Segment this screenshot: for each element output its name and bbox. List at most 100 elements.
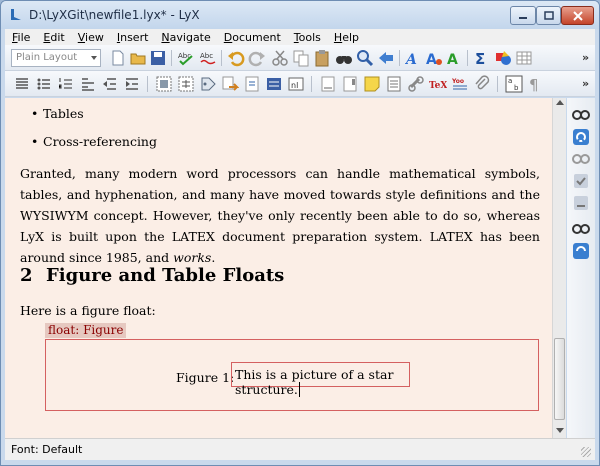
close-icon bbox=[572, 10, 583, 21]
toolbar-separator bbox=[147, 76, 148, 92]
svg-text:¶: ¶ bbox=[529, 76, 539, 93]
svg-text:Abc: Abc bbox=[200, 52, 213, 60]
window-title: D:\LyXGit\newfile1.lyx* - LyX bbox=[29, 8, 200, 22]
svg-text:b: b bbox=[514, 84, 519, 92]
list-item: Tables bbox=[31, 106, 84, 121]
maximize-button[interactable] bbox=[536, 6, 561, 25]
maximize-icon bbox=[543, 11, 554, 20]
figure-number-label: Figure 1: bbox=[176, 370, 235, 385]
spellcheck-icon[interactable]: Abc bbox=[177, 49, 195, 67]
font-style-icon[interactable]: A bbox=[446, 49, 464, 67]
toolbar-overflow-button[interactable]: » bbox=[582, 51, 589, 64]
insert-graphics-icon[interactable] bbox=[494, 49, 512, 67]
track-changes-refresh-icon[interactable] bbox=[572, 128, 590, 146]
font-emphasis-icon[interactable]: A bbox=[405, 49, 423, 67]
toolbar-separator bbox=[221, 50, 222, 66]
redo-icon[interactable] bbox=[248, 49, 266, 67]
menu-document[interactable]: Document bbox=[217, 31, 287, 44]
insert-attachment-icon[interactable] bbox=[473, 75, 491, 93]
scroll-down-icon[interactable] bbox=[556, 428, 564, 433]
insert-note-icon[interactable] bbox=[363, 75, 381, 93]
svg-text:A: A bbox=[405, 52, 417, 67]
menu-edit[interactable]: Edit bbox=[36, 31, 70, 44]
insert-ert-icon[interactable]: Yoo bbox=[451, 75, 469, 93]
chevron-down-icon bbox=[91, 56, 97, 60]
svg-text:nl: nl bbox=[291, 81, 298, 90]
insert-cross-reference-icon[interactable] bbox=[221, 75, 239, 93]
cut-icon[interactable] bbox=[271, 49, 289, 67]
itemize-list-icon[interactable] bbox=[35, 75, 53, 93]
text-cursor bbox=[298, 382, 300, 397]
reject-change-icon[interactable] bbox=[572, 194, 590, 212]
insert-tex-code-icon[interactable]: TeX bbox=[429, 75, 447, 93]
body-paragraph: Granted, many modern word processors can… bbox=[20, 163, 540, 268]
new-document-icon[interactable] bbox=[109, 49, 127, 67]
save-icon[interactable] bbox=[149, 49, 167, 67]
insert-footnote-icon[interactable] bbox=[319, 75, 337, 93]
caption-inset[interactable]: This is a picture of a star structure. bbox=[231, 362, 410, 397]
title-bar[interactable]: D:\LyXGit\newfile1.lyx* - LyX bbox=[1, 1, 599, 29]
menu-file[interactable]: File bbox=[5, 31, 36, 44]
decrease-depth-icon[interactable] bbox=[101, 75, 119, 93]
description-list-icon[interactable] bbox=[79, 75, 97, 93]
resize-grip-icon[interactable] bbox=[581, 447, 591, 457]
text-style-abc-icon[interactable]: ab bbox=[505, 75, 523, 93]
menu-navigate[interactable]: Navigate bbox=[154, 31, 216, 44]
section-number: 2 bbox=[20, 265, 33, 286]
scroll-up-icon[interactable] bbox=[556, 100, 564, 105]
figure-float-inset[interactable]: Figure 1: This is a picture of a star st… bbox=[45, 339, 539, 411]
review-toolbar bbox=[567, 98, 595, 438]
paste-icon[interactable] bbox=[313, 49, 331, 67]
menu-view[interactable]: View bbox=[71, 31, 110, 44]
status-bar: Font: Default bbox=[5, 438, 595, 460]
insert-label-icon[interactable] bbox=[199, 75, 217, 93]
increase-depth-icon[interactable] bbox=[123, 75, 141, 93]
menu-insert[interactable]: Insert bbox=[110, 31, 155, 44]
toolbar-overflow-button[interactable]: » bbox=[582, 77, 589, 90]
paragraph-settings-icon[interactable]: ¶ bbox=[527, 75, 545, 93]
float-intro-text: Here is a figure float: bbox=[20, 303, 156, 318]
align-justify-icon[interactable] bbox=[13, 75, 31, 93]
float-inset-label[interactable]: float: Figure bbox=[45, 323, 127, 338]
layout-combo[interactable]: Plain Layout bbox=[11, 49, 101, 67]
insert-index-icon[interactable] bbox=[265, 75, 283, 93]
document-view[interactable]: Tables Cross-referencing Granted, many m… bbox=[5, 98, 566, 438]
menu-tools[interactable]: Tools bbox=[287, 31, 327, 44]
back-arrow-icon[interactable] bbox=[377, 49, 395, 67]
find-replace-icon[interactable] bbox=[356, 49, 374, 67]
find-binoculars-icon[interactable] bbox=[335, 49, 353, 67]
insert-table-icon[interactable] bbox=[515, 49, 533, 67]
insert-hyperlink-icon[interactable] bbox=[407, 75, 425, 93]
insert-box-icon[interactable] bbox=[385, 75, 403, 93]
minimize-button[interactable] bbox=[510, 6, 536, 25]
paragraph-end: . bbox=[211, 250, 216, 265]
track-changes-view-disabled-icon[interactable] bbox=[572, 150, 590, 168]
insert-citation-icon[interactable] bbox=[243, 75, 261, 93]
compare-view-icon[interactable] bbox=[572, 220, 590, 238]
spellcheck-continuous-icon[interactable]: Abc bbox=[199, 49, 217, 67]
svg-text:A: A bbox=[447, 52, 458, 67]
insert-marginal-note-icon[interactable] bbox=[341, 75, 359, 93]
accept-change-icon[interactable] bbox=[572, 172, 590, 190]
open-folder-icon[interactable] bbox=[129, 49, 147, 67]
copy-icon[interactable] bbox=[292, 49, 310, 67]
scroll-thumb[interactable] bbox=[554, 338, 565, 420]
vertical-scrollbar[interactable] bbox=[552, 98, 566, 438]
font-noun-icon[interactable]: A bbox=[425, 49, 443, 67]
toolbar-separator bbox=[171, 50, 172, 66]
close-button[interactable] bbox=[561, 6, 594, 25]
math-sigma-icon[interactable]: Σ bbox=[473, 49, 491, 67]
paragraph-text: Granted, many modern word processors can… bbox=[20, 166, 540, 265]
compare-refresh-icon[interactable] bbox=[572, 242, 590, 260]
insert-table-float-icon[interactable] bbox=[177, 75, 195, 93]
undo-icon[interactable] bbox=[227, 49, 245, 67]
insert-nomenclature-icon[interactable]: nl bbox=[287, 75, 305, 93]
menu-help[interactable]: Help bbox=[327, 31, 365, 44]
toolbar-separator bbox=[311, 76, 312, 92]
toolbar-separator bbox=[467, 50, 468, 66]
menu-bar: File Edit View Insert Navigate Document … bbox=[5, 29, 595, 45]
svg-text:a: a bbox=[508, 77, 512, 85]
insert-figure-float-icon[interactable] bbox=[155, 75, 173, 93]
track-changes-view-icon[interactable] bbox=[572, 106, 590, 124]
enumerate-list-icon[interactable] bbox=[57, 75, 75, 93]
